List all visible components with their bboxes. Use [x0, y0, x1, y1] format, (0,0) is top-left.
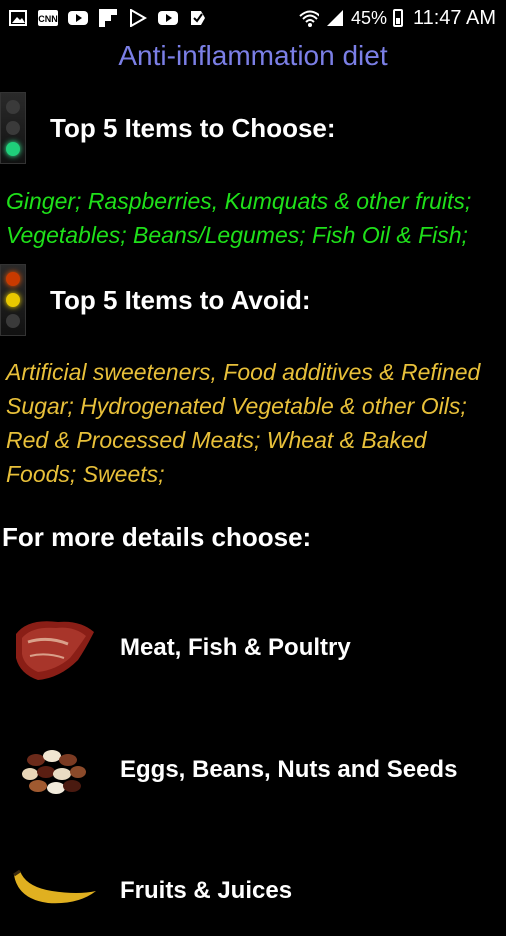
cnn-icon: CNN: [38, 10, 58, 26]
battery-icon: [392, 9, 403, 27]
signal-icon: [325, 10, 345, 26]
svg-text:CNN: CNN: [38, 14, 58, 24]
page-title: Anti-inflammation diet: [118, 40, 388, 71]
category-eggs-beans[interactable]: Eggs, Beans, Nuts and Seeds: [0, 725, 506, 815]
choose-heading: Top 5 Items to Choose:: [50, 112, 336, 143]
play-store-icon: [128, 9, 148, 27]
lamp-green: [6, 142, 20, 157]
wifi-icon: [299, 10, 319, 27]
status-bar: CNN 45% 11:47 AM: [0, 0, 506, 36]
choose-text: Ginger; Raspberries, Kumquats & other fr…: [6, 188, 472, 248]
lamp-off: [6, 314, 20, 329]
lamp-red: [6, 271, 20, 286]
traffic-light-yellow-icon: [0, 264, 26, 336]
category-label: Meat, Fish & Poultry: [120, 634, 351, 661]
category-meat[interactable]: Meat, Fish & Poultry: [0, 603, 506, 693]
battery-percent: 45%: [350, 7, 387, 28]
traffic-light-green-icon: [0, 92, 26, 164]
steak-icon: [8, 608, 104, 688]
category-label: Eggs, Beans, Nuts and Seeds: [120, 756, 458, 783]
system-icons: 45% 11:47 AM: [299, 7, 506, 30]
avoid-heading: Top 5 Items to Avoid:: [50, 284, 311, 315]
lamp-off: [6, 120, 20, 135]
category-label: Fruits & Juices: [120, 877, 293, 904]
youtube-icon: [68, 10, 88, 26]
lamp-off: [6, 99, 20, 114]
checkbox-icon: [188, 10, 208, 26]
banana-icon: [8, 851, 104, 931]
notification-icons: CNN: [0, 9, 208, 27]
category-fruits-juices[interactable]: Fruits & Juices: [0, 846, 506, 936]
more-details-label: For more details choose:: [2, 522, 312, 552]
avoid-header: Top 5 Items to Avoid:: [0, 262, 506, 338]
avoid-text: Artificial sweeteners, Food additives & …: [6, 359, 481, 487]
youtube-icon: [158, 10, 178, 26]
beans-icon: [8, 730, 104, 810]
gallery-icon: [8, 10, 28, 26]
lamp-yellow: [6, 292, 20, 307]
flipboard-icon: [98, 9, 118, 27]
choose-header: Top 5 Items to Choose:: [0, 90, 506, 166]
clock: 11:47 AM: [412, 6, 496, 29]
